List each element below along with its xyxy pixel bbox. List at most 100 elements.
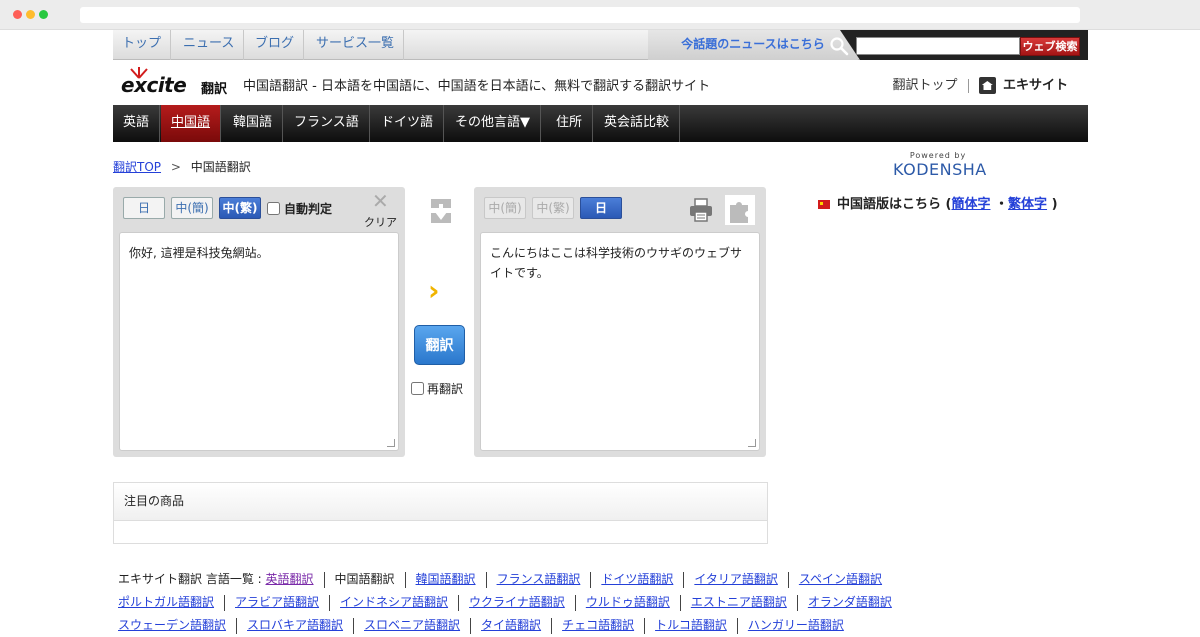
translate-top-link[interactable]: 翻訳トップ [893, 78, 958, 93]
hot-news-link[interactable]: 今話題のニュースはこちら [648, 30, 858, 60]
chinese-version-label: 中国語版はこちら ( [837, 197, 952, 212]
topnav-news[interactable]: ニュース [174, 30, 245, 60]
lang-tab-korean[interactable]: 韓国語 [223, 105, 284, 142]
excite-logo[interactable]: excite 翻訳 [121, 67, 231, 97]
kodensha-logo[interactable]: Powered by KODENSHA [893, 151, 987, 185]
auto-detect-checkbox[interactable] [267, 202, 280, 215]
lang-link-estonian[interactable]: エストニア語翻訳 [691, 595, 787, 609]
language-nav: 英語 中国語 韓国語 フランス語 ドイツ語 その他言語▼ 住所 英会話比較 [113, 105, 1088, 142]
clear-icon[interactable]: ✕ [372, 191, 389, 211]
topnav-services[interactable]: サービス一覧 [307, 30, 405, 60]
lang-link-korean[interactable]: 韓国語翻訳 [416, 572, 476, 586]
chinese-version-link: 中国語版はこちら (簡体字 ・繁体字 ) [818, 193, 1058, 212]
puzzle-icon[interactable] [725, 195, 755, 225]
source-lang-zh-simplified-button[interactable]: 中(簡) [171, 197, 213, 219]
home-icon[interactable] [978, 77, 996, 94]
source-lang-zh-traditional-button[interactable]: 中(繁) [219, 197, 261, 219]
list-divider [551, 617, 553, 634]
lang-link-dutch[interactable]: オランダ語翻訳 [808, 595, 892, 609]
lang-link-urdu[interactable]: ウルドゥ語翻訳 [586, 595, 670, 609]
page-tagline: 中国語翻訳 - 日本語を中国語に、中国語を日本語に、無料で翻訳する翻訳サイト [243, 79, 711, 94]
list-divider [679, 594, 681, 611]
kodensha-brand: KODENSHA [893, 160, 987, 179]
print-icon[interactable] [688, 197, 714, 223]
web-search-input[interactable] [856, 37, 1020, 55]
breadcrumb-separator: > [170, 160, 181, 174]
source-panel: 日 中(簡) 中(繁) 自動判定 ✕ クリア 你好, 這裡是科技兔網站。 [113, 187, 405, 457]
language-list: エキサイト翻訳 言語一覧 : 英語翻訳 中国語翻訳 韓国語翻訳 フランス語翻訳 ドイツ語… [118, 568, 1018, 637]
featured-products: 注目の商品 [113, 482, 768, 544]
lang-tab-german[interactable]: ドイツ語 [371, 105, 445, 142]
simplified-chinese-link[interactable]: 簡体字 [951, 197, 990, 212]
search-icon [830, 37, 849, 56]
lang-tab-eikaiwa[interactable]: 英会話比較 [594, 105, 681, 142]
topnav-blog[interactable]: ブログ [246, 30, 305, 60]
lang-link-italian[interactable]: イタリア語翻訳 [694, 572, 778, 586]
excite-site-link[interactable]: エキサイト [1003, 78, 1068, 93]
list-divider [470, 617, 472, 634]
lang-link-slovenian[interactable]: スロベニア語翻訳 [364, 618, 460, 632]
list-divider [404, 571, 406, 588]
list-divider [644, 617, 646, 634]
close-window-dot[interactable] [13, 10, 22, 19]
target-lang-zh-traditional-button[interactable]: 中(繁) [532, 197, 574, 219]
lang-link-turkish[interactable]: トルコ語翻訳 [655, 618, 727, 632]
minimize-window-dot[interactable] [26, 10, 35, 19]
lang-link-german[interactable]: ドイツ語翻訳 [601, 572, 673, 586]
lang-tab-english[interactable]: 英語 [113, 105, 161, 142]
source-text: 你好, 這裡是科技兔網站。 [129, 246, 269, 260]
list-divider [236, 617, 238, 634]
lang-link-slovak[interactable]: スロバキア語翻訳 [247, 618, 343, 632]
browser-chrome [0, 0, 1200, 30]
address-bar[interactable] [80, 7, 1080, 23]
resize-grip-icon[interactable] [748, 439, 756, 447]
list-divider [329, 594, 331, 611]
top-nav: トップ ニュース ブログ サービス一覧 今話題のニュースはこちら ウェブ検索 [113, 30, 1088, 60]
traditional-chinese-link[interactable]: 繁体字 [1008, 197, 1047, 212]
auto-detect-toggle[interactable]: 自動判定 [267, 200, 332, 217]
powered-by-label: Powered by [909, 151, 967, 160]
web-search-button[interactable]: ウェブ検索 [1020, 37, 1080, 56]
lang-link-czech[interactable]: チェコ語翻訳 [562, 618, 634, 632]
language-list-row: スウェーデン語翻訳 スロバキア語翻訳 スロベニア語翻訳 タイ語翻訳 チェコ語翻訳 トルコ語… [118, 614, 1018, 637]
lang-link-ukrainian[interactable]: ウクライナ語翻訳 [469, 595, 565, 609]
lang-tab-french[interactable]: フランス語 [284, 105, 370, 142]
retranslate-checkbox[interactable] [411, 382, 424, 395]
lang-link-english[interactable]: 英語翻訳 [266, 572, 314, 586]
translate-button[interactable]: 翻訳 [414, 325, 465, 365]
target-toolbar: 中(簡) 中(繁) 日 [474, 187, 766, 232]
list-divider [224, 594, 226, 611]
target-lang-zh-simplified-button[interactable]: 中(簡) [484, 197, 526, 219]
chinese-version-close: ) [1051, 197, 1058, 212]
topnav-top[interactable]: トップ [113, 30, 172, 60]
lang-link-portuguese[interactable]: ポルトガル語翻訳 [118, 595, 214, 609]
source-lang-ja-button[interactable]: 日 [123, 197, 165, 219]
maximize-window-dot[interactable] [39, 10, 48, 19]
source-textarea[interactable]: 你好, 這裡是科技兔網站。 [119, 232, 399, 451]
lang-tab-chinese[interactable]: 中国語 [161, 105, 222, 142]
swap-down-icon[interactable] [430, 198, 452, 224]
breadcrumb-home[interactable]: 翻訳TOP [113, 160, 161, 174]
retranslate-toggle[interactable]: 再翻訳 [411, 380, 463, 397]
lang-link-thai[interactable]: タイ語翻訳 [481, 618, 541, 632]
direction-arrow-icon: › [428, 274, 440, 307]
lang-link-spanish[interactable]: スペイン語翻訳 [799, 572, 882, 586]
lang-link-indonesian[interactable]: インドネシア語翻訳 [340, 595, 448, 609]
list-divider [353, 617, 355, 634]
clear-button[interactable]: クリア [364, 214, 397, 230]
language-list-row: エキサイト翻訳 言語一覧 : 英語翻訳 中国語翻訳 韓国語翻訳 フランス語翻訳 ドイツ語… [118, 568, 1018, 591]
resize-grip-icon[interactable] [387, 439, 395, 447]
language-list-row: ポルトガル語翻訳 アラビア語翻訳 インドネシア語翻訳 ウクライナ語翻訳 ウルドゥ語翻訳 エ… [118, 591, 1018, 614]
lang-tab-address[interactable]: 住所 [546, 105, 594, 142]
target-lang-ja-button[interactable]: 日 [580, 197, 622, 219]
target-text: こんにちはここは科学技術のウサギのウェブサイトです。 [490, 246, 743, 280]
lang-tab-other[interactable]: その他言語▼ [445, 105, 541, 142]
lang-link-arabic[interactable]: アラビア語翻訳 [235, 595, 319, 609]
target-textarea[interactable]: こんにちはここは科学技術のウサギのウェブサイトです。 [480, 232, 760, 451]
lang-link-swedish[interactable]: スウェーデン語翻訳 [118, 618, 226, 632]
lang-link-hungarian[interactable]: ハンガリー語翻訳 [748, 618, 844, 632]
header-divider [967, 78, 969, 93]
list-divider [736, 617, 738, 634]
lang-link-french[interactable]: フランス語翻訳 [497, 572, 581, 586]
list-divider [574, 594, 576, 611]
